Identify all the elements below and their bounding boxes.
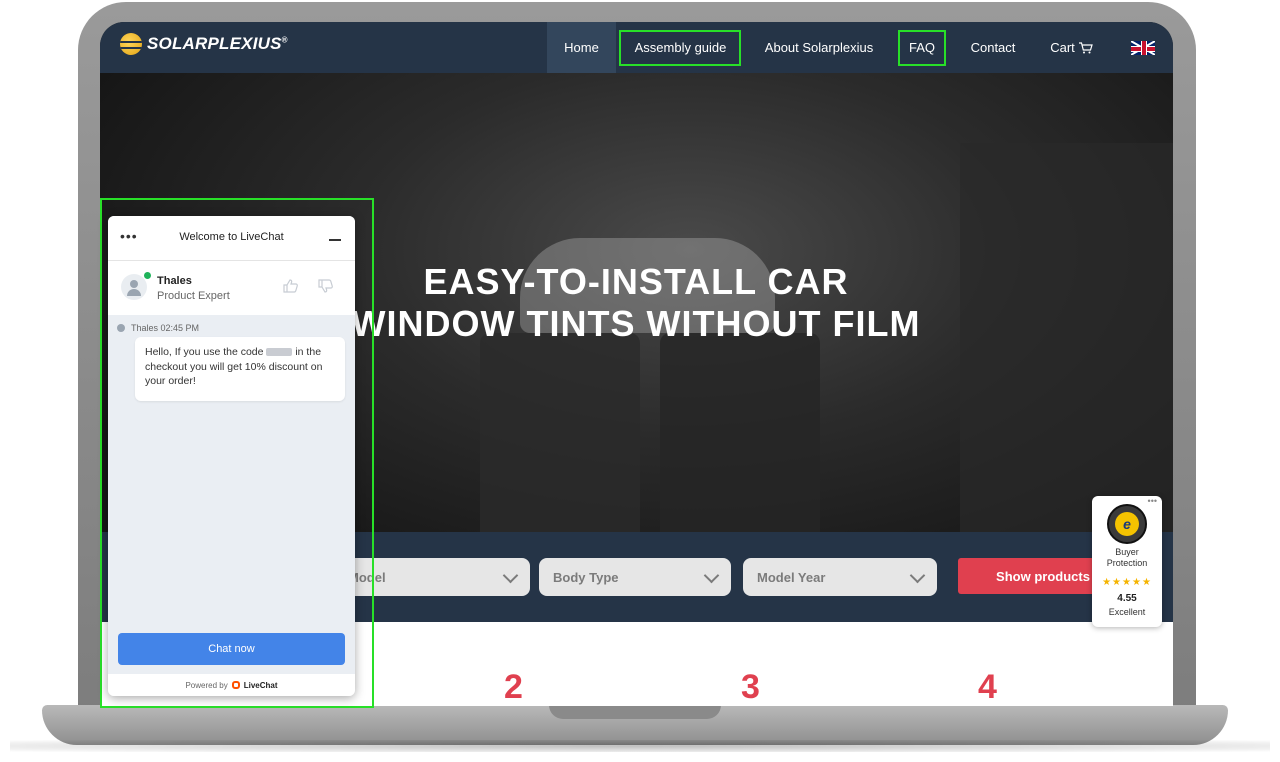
- chat-message: Hello, If you use the code in the checko…: [135, 337, 345, 401]
- livechat-widget: ••• Welcome to LiveChat Thales Product E…: [108, 216, 355, 696]
- cart-icon: [1078, 41, 1093, 53]
- person-icon: [117, 324, 125, 332]
- highlight-assembly-guide: [619, 30, 741, 66]
- site-logo[interactable]: SOLARPLEXIUS®: [120, 33, 288, 55]
- highlight-faq: [898, 30, 946, 66]
- sun-logo-icon: [120, 33, 142, 55]
- step-number: 4: [978, 668, 997, 706]
- model-year-select[interactable]: Model Year: [743, 558, 937, 596]
- nav-cart[interactable]: Cart: [1044, 22, 1099, 73]
- chevron-down-icon: [909, 567, 926, 584]
- body-type-select-label: Body Type: [553, 569, 619, 585]
- hero-title: EASY-TO-INSTALL CAR WINDOW TINTS WITHOUT…: [336, 261, 936, 345]
- nav-home[interactable]: Home: [547, 22, 616, 73]
- top-nav: SOLARPLEXIUS® Home Assembly guide About …: [100, 22, 1173, 73]
- laptop-notch: [549, 705, 721, 719]
- rating-stars-icon: ★★★★★: [1102, 577, 1152, 588]
- message-meta: Thales 02:45 PM: [117, 323, 199, 333]
- hero-title-line1: EASY-TO-INSTALL CAR: [423, 261, 849, 302]
- chevron-down-icon: [703, 567, 720, 584]
- thumbs-down-icon[interactable]: [318, 279, 334, 293]
- laptop-shadow: [10, 740, 1270, 752]
- buyer-protection-label: Buyer Protection: [1106, 547, 1148, 568]
- minimize-icon[interactable]: [329, 239, 341, 241]
- message-meta-text: Thales 02:45 PM: [131, 323, 200, 333]
- powered-by-text: Powered by: [185, 680, 228, 690]
- livechat-brand: LiveChat: [243, 680, 278, 690]
- agent-name: Thales: [157, 275, 192, 287]
- trusted-shops-seal-icon: e: [1107, 504, 1147, 544]
- logo-text: SOLARPLEXIUS®: [147, 34, 288, 53]
- uk-flag-icon: [1131, 40, 1155, 55]
- rating-score: 4.55: [1117, 593, 1137, 604]
- chat-agent-card: Thales Product Expert: [108, 260, 355, 315]
- body-type-select[interactable]: Body Type: [539, 558, 731, 596]
- rating-text: Excellent: [1108, 607, 1146, 617]
- agent-role: Product Expert: [157, 290, 230, 302]
- chat-title: Welcome to LiveChat: [179, 231, 284, 243]
- more-options-icon[interactable]: •••: [1148, 496, 1157, 506]
- hero-title-line2: WINDOW TINTS WITHOUT FILM: [351, 303, 921, 344]
- message-text-part1: Hello, If you use the code: [145, 346, 264, 358]
- step-number: 2: [504, 668, 523, 706]
- chat-now-button[interactable]: Chat now: [118, 633, 345, 665]
- nav-contact[interactable]: Contact: [962, 22, 1024, 73]
- model-year-select-label: Model Year: [757, 569, 826, 585]
- thumbs-up-icon[interactable]: [283, 279, 299, 293]
- chevron-down-icon: [502, 567, 519, 584]
- powered-by[interactable]: Powered by LiveChat: [108, 674, 355, 696]
- language-selector[interactable]: [1128, 22, 1158, 73]
- trusted-shops-badge[interactable]: ••• e Buyer Protection ★★★★★ 4.55 Excell…: [1092, 496, 1162, 627]
- redacted-code: [266, 348, 293, 357]
- nav-cart-label: Cart: [1050, 40, 1075, 55]
- step-number: 3: [741, 668, 760, 706]
- online-status-icon: [143, 271, 152, 280]
- chat-header: ••• Welcome to LiveChat: [108, 216, 355, 260]
- nav-about[interactable]: About Solarplexius: [754, 22, 884, 73]
- livechat-logo-icon: [231, 681, 240, 689]
